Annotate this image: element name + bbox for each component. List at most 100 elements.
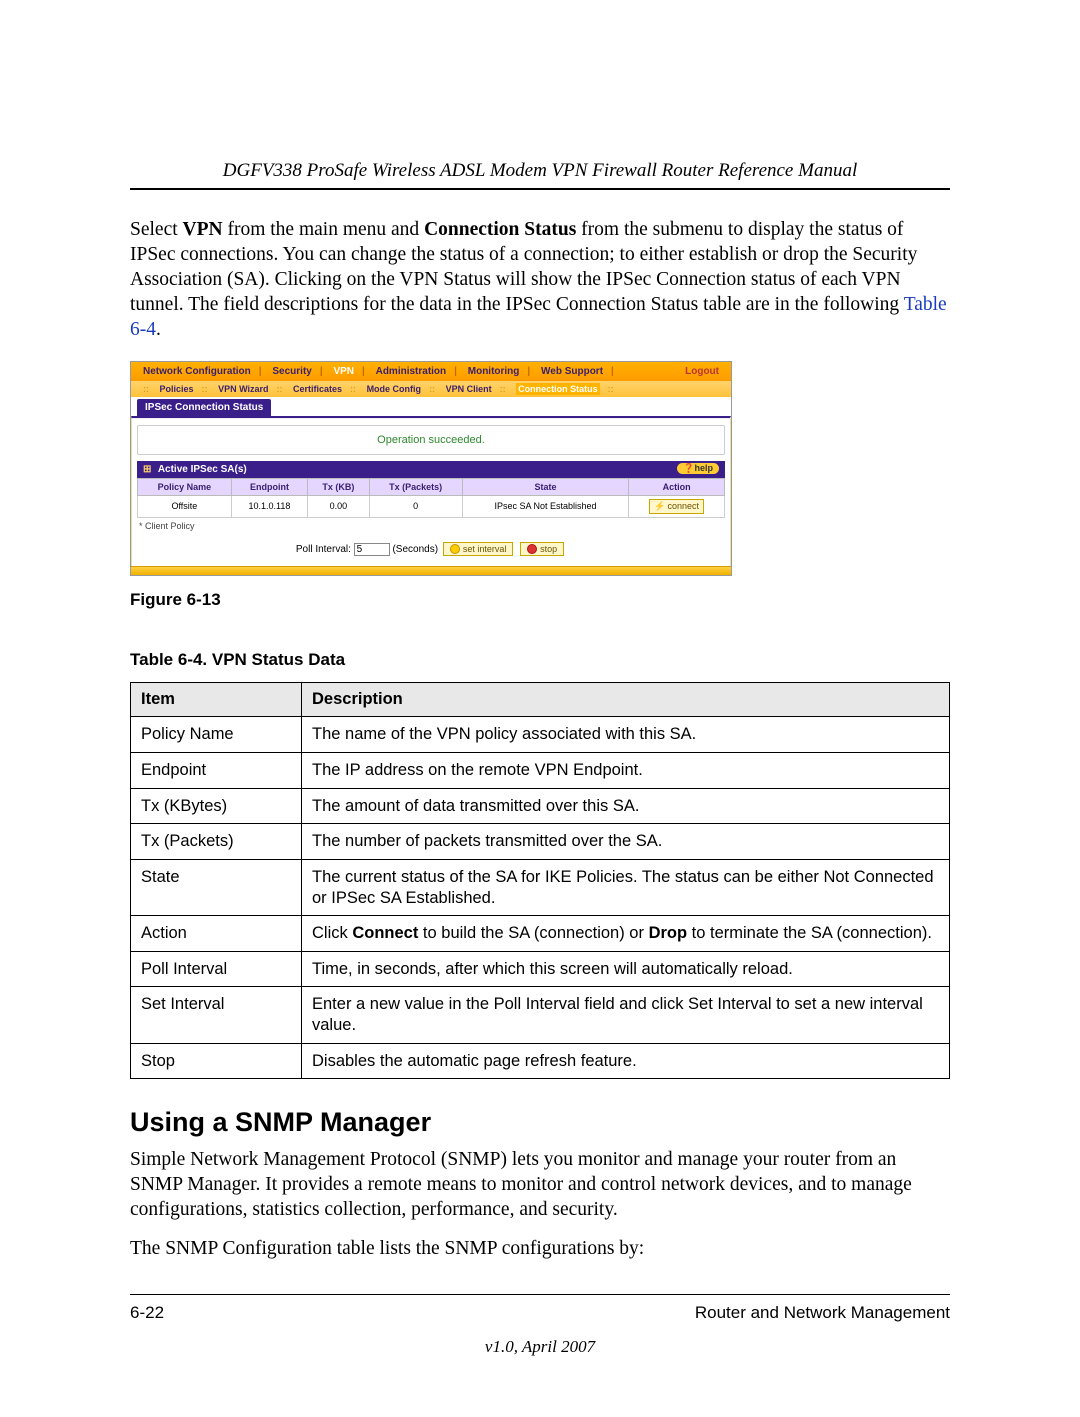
poll-label: Poll Interval: [296,544,351,555]
cell-desc: The number of packets transmitted over t… [302,824,950,860]
cell-txpk: 0 [369,495,462,517]
stop-button[interactable]: stop [520,542,564,557]
nav-item[interactable]: Network Configuration [143,366,251,377]
table-row: StateThe current status of the SA for IK… [131,859,950,915]
text: to terminate the SA (connection). [687,924,932,942]
nav-item[interactable]: Web Support [541,366,603,377]
subnav-item[interactable]: Certificates [293,384,342,394]
col-header: Endpoint [231,478,307,495]
help-button[interactable]: ❓help [677,463,719,474]
subnav-item-active[interactable]: Connection Status [516,383,600,395]
footer-row: 6-22 Router and Network Management [130,1303,950,1323]
cell-endpoint: 10.1.0.118 [231,495,307,517]
ss-ipsec-table: Policy Name Endpoint Tx (KB) Tx (Packets… [137,478,725,518]
bold-vpn: VPN [183,219,223,240]
cell-desc: The amount of data transmitted over this… [302,788,950,824]
snmp-paragraph-1: Simple Network Management Protocol (SNMP… [130,1148,950,1223]
nav-item[interactable]: Security [272,366,311,377]
th-item: Item [131,683,302,717]
text: Select [130,219,183,240]
title-rule [130,188,950,190]
table-caption: Table 6-4. VPN Status Data [130,650,950,670]
vpn-status-table: Item Description Policy NameThe name of … [130,682,950,1079]
ss-tab-label[interactable]: IPSec Connection Status [137,399,271,416]
table-row: Policy NameThe name of the VPN policy as… [131,717,950,753]
ss-topnav: Network Configuration| Security| VPN| Ad… [131,362,731,381]
nav-item[interactable]: Administration [376,366,447,377]
cell-desc: The IP address on the remote VPN Endpoin… [302,753,950,789]
text: from the main menu and [223,219,424,240]
connect-button[interactable]: connect [649,499,704,514]
clock-icon [450,544,460,554]
ss-footnote: * Client Policy [131,518,731,534]
footer-version: v1.0, April 2007 [130,1337,950,1357]
cell-item: Action [131,916,302,952]
cell-item: Set Interval [131,987,302,1043]
ss-subnav: :: Policies:: VPN Wizard:: Certificates:… [131,381,731,397]
subnav-item[interactable]: VPN Wizard [218,384,268,394]
col-header: Tx (Packets) [369,478,462,495]
table-row: Poll IntervalTime, in seconds, after whi… [131,951,950,987]
cell-desc: Enter a new value in the Poll Interval f… [302,987,950,1043]
table-row: StopDisables the automatic page refresh … [131,1043,950,1079]
ss-bottom-bar [131,566,731,575]
cell-txkb: 0.00 [308,495,370,517]
ss-divider [131,416,731,419]
nav-item[interactable]: Monitoring [468,366,520,377]
col-header: Policy Name [138,478,232,495]
cell-action: connect [629,495,725,517]
table-header-row: Item Description [131,683,950,717]
intro-paragraph: Select VPN from the main menu and Connec… [130,218,950,343]
cell-desc: Time, in seconds, after which this scree… [302,951,950,987]
subnav-item[interactable]: Mode Config [367,384,422,394]
text: to build the SA (connection) or [418,924,648,942]
cell-desc: Disables the automatic page refresh feat… [302,1043,950,1079]
cell-state: IPsec SA Not Established [462,495,629,517]
table-row: EndpointThe IP address on the remote VPN… [131,753,950,789]
cell-desc: The current status of the SA for IKE Pol… [302,859,950,915]
table-row: Tx (KBytes)The amount of data transmitte… [131,788,950,824]
ss-section-head: ⊞ Active IPSec SA(s) ❓help [137,461,725,478]
cell-item: Tx (Packets) [131,824,302,860]
cell-item: State [131,859,302,915]
cell-item: Tx (KBytes) [131,788,302,824]
chapter-name: Router and Network Management [695,1303,950,1323]
cell-policy: Offsite [138,495,232,517]
col-header: Action [629,478,725,495]
figure-screenshot: Network Configuration| Security| VPN| Ad… [130,361,950,577]
page-number: 6-22 [130,1303,164,1323]
col-header: Tx (KB) [308,478,370,495]
text: Click [312,924,352,942]
section-heading: Using a SNMP Manager [130,1107,950,1138]
cell-item: Policy Name [131,717,302,753]
figure-caption: Figure 6-13 [130,590,950,610]
cell-item: Endpoint [131,753,302,789]
bold-connect: Connect [352,924,418,942]
cell-item: Poll Interval [131,951,302,987]
stop-icon [527,544,537,554]
cell-desc: Click Connect to build the SA (connectio… [302,916,950,952]
cell-desc: The name of the VPN policy associated wi… [302,717,950,753]
bullet-icon: ⊞ [143,464,151,475]
nav-item-active[interactable]: VPN [333,366,354,377]
footer-rule [130,1294,950,1295]
nav-logout[interactable]: Logout [685,366,719,377]
ss-section-title: Active IPSec SA(s) [158,464,247,475]
ss-tab-row: IPSec Connection Status [131,397,731,416]
poll-interval-input[interactable] [354,543,390,556]
col-header: State [462,478,629,495]
bold-drop: Drop [649,924,688,942]
table-row: Action Click Connect to build the SA (co… [131,916,950,952]
cell-item: Stop [131,1043,302,1079]
bold-connstatus: Connection Status [424,219,576,240]
table-header-row: Policy Name Endpoint Tx (KB) Tx (Packets… [138,478,725,495]
subnav-item[interactable]: Policies [160,384,194,394]
poll-unit: (Seconds) [392,544,438,555]
text: . [156,319,161,340]
th-desc: Description [302,683,950,717]
table-row: Tx (Packets)The number of packets transm… [131,824,950,860]
set-interval-button[interactable]: set interval [443,542,514,557]
subnav-item[interactable]: VPN Client [446,384,492,394]
table-row: Offsite 10.1.0.118 0.00 0 IPsec SA Not E… [138,495,725,517]
table-row: Set IntervalEnter a new value in the Pol… [131,987,950,1043]
